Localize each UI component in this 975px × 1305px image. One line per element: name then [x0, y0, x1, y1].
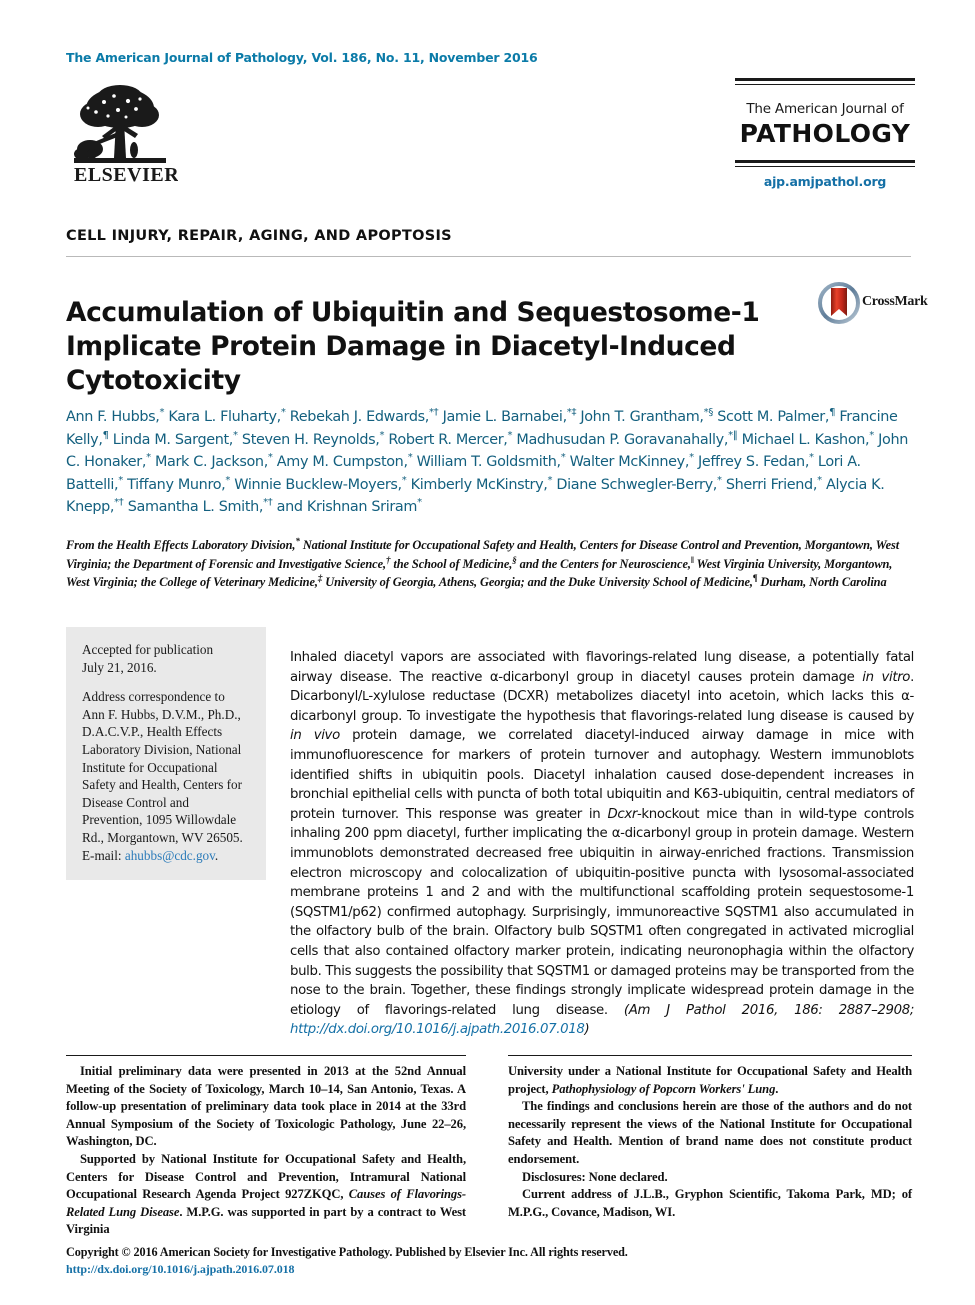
- author-list: Ann F. Hubbs,* Kara L. Fluharty,* Rebeka…: [66, 407, 909, 515]
- section-kicker: CELL INJURY, REPAIR, AGING, AND APOPTOSI…: [66, 228, 452, 244]
- journal-masthead: The American Journal of PATHOLOGY ajp.am…: [735, 78, 915, 189]
- crossmark-badge-icon: [818, 282, 860, 324]
- email-period: .: [214, 847, 219, 863]
- masthead-line-1: The American Journal of: [746, 101, 904, 117]
- footnotes-right-column: University under a National Institute fo…: [508, 1064, 912, 1219]
- article-metadata-sidebar: Accepted for publication July 21, 2016. …: [66, 627, 266, 881]
- accepted-label: Accepted for publication: [82, 642, 214, 657]
- crossmark-label: CrossMark: [862, 294, 928, 309]
- footnote-rule-left: [66, 1055, 466, 1056]
- masthead-rule-top: [735, 78, 915, 85]
- journal-article-title-page: The American Journal of Pathology, Vol. …: [0, 0, 975, 1305]
- footnote-rule-right: [508, 1055, 912, 1056]
- elsevier-wordmark: ELSEVIER: [74, 164, 178, 186]
- footnotes-left-column: Initial preliminary data were presented …: [66, 1064, 466, 1237]
- masthead-rule-bottom: [735, 160, 915, 167]
- masthead-line-2: PATHOLOGY: [739, 119, 911, 148]
- page-title: Accumulation of Ubiquitin and Sequestoso…: [66, 296, 760, 396]
- corresponding-author-email-link[interactable]: ahubbs@cdc.gov: [125, 848, 215, 863]
- running-head: The American Journal of Pathology, Vol. …: [66, 50, 538, 65]
- crossmark-badge[interactable]: CrossMark: [818, 282, 928, 328]
- journal-url-link[interactable]: ajp.amjpathol.org: [735, 174, 915, 189]
- accepted-date: July 21, 2016.: [82, 659, 157, 675]
- abstract: Inhaled diacetyl vapors are associated w…: [290, 650, 915, 1038]
- copyright-text: Copyright © 2016 American Society for In…: [66, 1245, 628, 1259]
- correspondence-block: Address correspondence to Ann F. Hubbs, …: [82, 688, 250, 864]
- correspondence-text: Address correspondence to Ann F. Hubbs, …: [82, 689, 243, 863]
- section-kicker-rule: [66, 256, 911, 257]
- elsevier-tree-logo: ELSEVIER: [68, 82, 178, 187]
- copyright-block: Copyright © 2016 American Society for In…: [66, 1244, 628, 1277]
- affiliations: From the Health Effects Laboratory Divis…: [66, 535, 900, 589]
- article-doi-link[interactable]: http://dx.doi.org/10.1016/j.ajpath.2016.…: [66, 1261, 628, 1278]
- accepted-for-publication: Accepted for publication July 21, 2016.: [82, 641, 250, 676]
